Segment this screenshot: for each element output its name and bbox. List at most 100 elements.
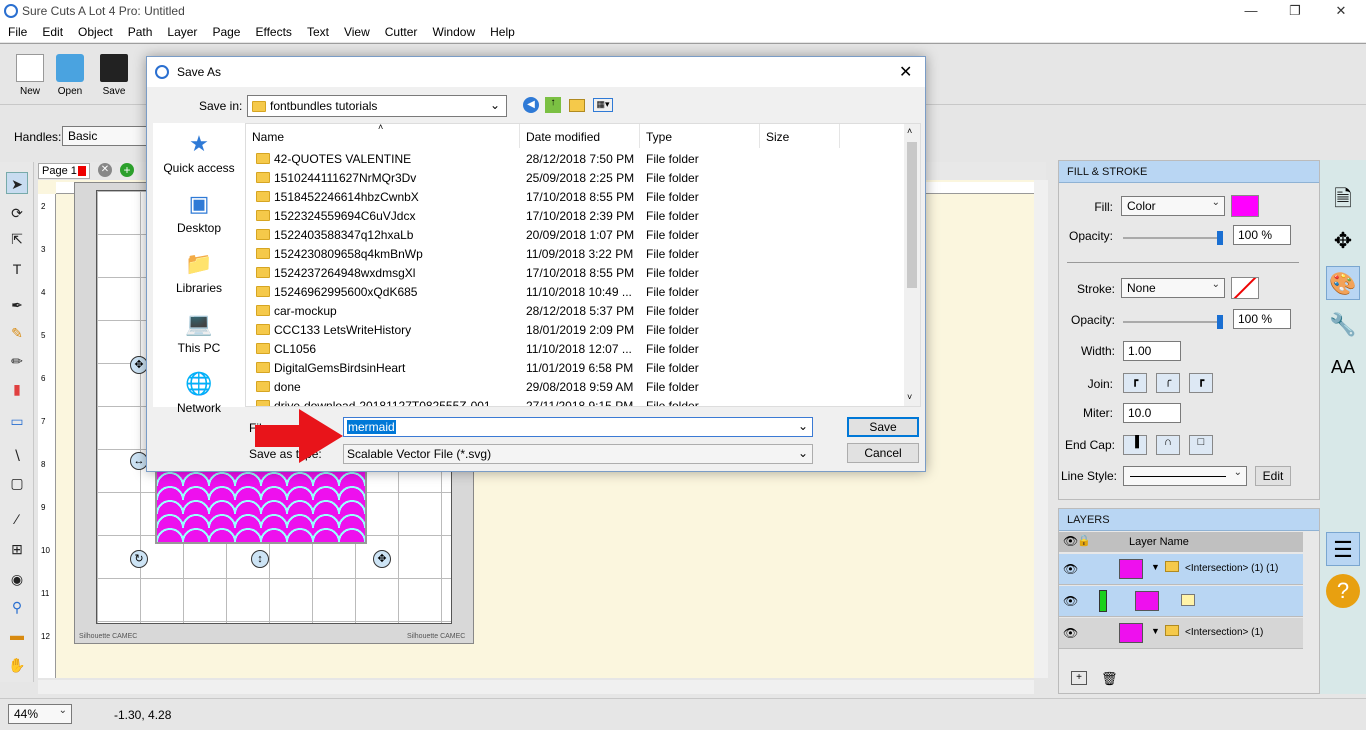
text-tool-icon[interactable]: T	[6, 258, 28, 280]
file-row[interactable]: drive-download-20181127T082555Z-001 27/11…	[246, 396, 906, 406]
filename-input[interactable]: mermaid ⌄	[343, 417, 813, 437]
cap-round-button[interactable]: ∩	[1156, 435, 1180, 455]
pencil-tool-icon[interactable]: ✎	[6, 322, 28, 344]
restore-button[interactable]: ❐	[1272, 0, 1318, 22]
stroke-opacity-slider[interactable]	[1123, 315, 1223, 329]
scroll-up-icon[interactable]: ˄	[907, 126, 912, 136]
file-row[interactable]: 1524237264948wxdmsgXl 17/10/2018 8:55 PM F…	[246, 263, 906, 282]
cancel-button[interactable]: Cancel	[847, 443, 919, 463]
file-row[interactable]: car-mockup 28/12/2018 5:37 PM File folder	[246, 301, 906, 320]
menu-item-object[interactable]: Object	[70, 22, 120, 39]
move-panel-icon[interactable]: ✥	[1326, 224, 1360, 258]
fill-color-swatch[interactable]	[1231, 195, 1259, 217]
document-panel-icon[interactable]: 🗎	[1326, 182, 1360, 216]
node-tool-icon[interactable]: ⇱	[6, 228, 28, 250]
new-button[interactable]: New	[10, 54, 50, 97]
knife-tool-icon[interactable]: ∕	[6, 508, 28, 530]
menu-item-edit[interactable]: Edit	[34, 22, 70, 39]
text-panel-icon[interactable]: AA	[1326, 350, 1360, 384]
palette-panel-icon[interactable]: 🎨	[1326, 266, 1360, 300]
handles-select[interactable]: Basic	[62, 126, 152, 146]
expand-triangle-icon[interactable]: ▼	[1151, 626, 1160, 636]
fill-select[interactable]: Color ⌄	[1121, 196, 1225, 216]
save-button[interactable]: Save	[847, 417, 919, 437]
add-layer-icon[interactable]: +	[1071, 671, 1087, 685]
fill-opacity-input[interactable]: 100 %	[1233, 225, 1291, 245]
lasso-tool-icon[interactable]: ⟳	[6, 202, 28, 224]
menu-item-layer[interactable]: Layer	[159, 22, 204, 39]
zoom-select[interactable]: 44% ⌄	[8, 704, 72, 724]
cap-butt-button[interactable]: ▐	[1123, 435, 1147, 455]
stroke-select[interactable]: None ⌄	[1121, 278, 1225, 298]
file-list-scrollbar[interactable]: ˄ ˅	[904, 124, 920, 406]
line-style-select[interactable]: ⌄	[1123, 466, 1247, 486]
width-input[interactable]: 1.00	[1123, 341, 1181, 361]
scale-corner-handle-icon[interactable]: ✥	[373, 550, 391, 568]
join-miter-button[interactable]: ┏	[1123, 373, 1147, 393]
stroke-opacity-input[interactable]: 100 %	[1233, 309, 1291, 329]
visibility-eye-icon[interactable]: 👁	[1063, 562, 1078, 576]
line-style-edit-button[interactable]: Edit	[1255, 466, 1291, 486]
zoom-tool-icon[interactable]: ⚲	[6, 596, 28, 618]
layer-row[interactable]: 👁	[1059, 586, 1303, 617]
file-row[interactable]: done 29/08/2018 9:59 AM File folder	[246, 377, 906, 396]
fill-opacity-knob[interactable]	[1217, 231, 1223, 245]
help-icon[interactable]: ?	[1326, 574, 1360, 608]
wrench-panel-icon[interactable]: 🔧	[1326, 308, 1360, 342]
expand-triangle-icon[interactable]: ▼	[1151, 562, 1160, 572]
fill-opacity-slider[interactable]	[1123, 231, 1223, 245]
menu-item-view[interactable]: View	[336, 22, 377, 39]
cap-square-button[interactable]: □	[1189, 435, 1213, 455]
file-row[interactable]: CCC133 LetsWriteHistory 18/01/2019 2:09 P…	[246, 320, 906, 339]
dialog-close-icon[interactable]: ✕	[899, 62, 912, 82]
savetype-select[interactable]: Scalable Vector File (*.svg) ⌄	[343, 444, 813, 464]
scale-bottom-handle-icon[interactable]: ↕	[251, 550, 269, 568]
miter-input[interactable]: 10.0	[1123, 403, 1181, 423]
layers-panel-icon[interactable]: ☰	[1326, 532, 1360, 566]
place-quick-access[interactable]: ★ Quick access	[153, 131, 245, 175]
place-libraries[interactable]: 📁 Libraries	[153, 251, 245, 295]
save-in-select[interactable]: fontbundles tutorials ⌄	[247, 95, 507, 117]
column-date[interactable]: Date modified	[520, 124, 640, 148]
menu-item-effects[interactable]: Effects	[247, 22, 298, 39]
join-bevel-button[interactable]: ┏	[1189, 373, 1213, 393]
stroke-opacity-knob[interactable]	[1217, 315, 1223, 329]
join-round-button[interactable]: ╭	[1156, 373, 1180, 393]
view-menu-icon[interactable]: ▦▾	[593, 98, 613, 112]
weld-tool-icon[interactable]: ◉	[6, 568, 28, 590]
up-folder-icon[interactable]: ↑	[545, 97, 561, 113]
file-row[interactable]: 1522403588347q12hxaLb 20/09/2018 1:07 PM F…	[246, 225, 906, 244]
gradient-tool-icon[interactable]: ▢	[6, 472, 28, 494]
eyedropper-tool-icon[interactable]: ∖	[6, 444, 28, 466]
close-page-icon[interactable]: ✕	[98, 163, 112, 177]
new-folder-icon[interactable]	[569, 99, 585, 112]
file-row[interactable]: 1518452246614hbzCwnbX 17/10/2018 8:55 PM F…	[246, 187, 906, 206]
file-row[interactable]: 15246962995600xQdK685 11/10/2018 10:49 ..…	[246, 282, 906, 301]
menu-item-window[interactable]: Window	[424, 22, 482, 39]
file-row[interactable]: 42-QUOTES VALENTINE 28/12/2018 7:50 PM Fil…	[246, 149, 906, 168]
column-type[interactable]: Type	[640, 124, 760, 148]
place-network[interactable]: 🌐 Network	[153, 371, 245, 415]
scroll-down-icon[interactable]: ˅	[907, 392, 912, 402]
canvas-horizontal-scrollbar[interactable]	[38, 680, 1034, 694]
chevron-down-icon[interactable]: ⌄	[798, 419, 808, 433]
close-window-button[interactable]: ✕	[1318, 0, 1364, 22]
brush-tool-icon[interactable]: ✏	[6, 350, 28, 372]
file-row[interactable]: DigitalGemsBirdsinHeart 11/01/2019 6:58 P…	[246, 358, 906, 377]
layer-row[interactable]: 👁 ▼ <Intersection> (1)	[1059, 618, 1303, 649]
menu-item-cutter[interactable]: Cutter	[377, 22, 425, 39]
menu-item-path[interactable]: Path	[120, 22, 160, 39]
menu-item-page[interactable]: Page	[204, 22, 247, 39]
column-size[interactable]: Size	[760, 124, 840, 148]
scroll-thumb[interactable]	[907, 142, 917, 288]
file-row[interactable]: CL1056 11/10/2018 12:07 ... File folder	[246, 339, 906, 358]
save-toolbar-button[interactable]: Save	[94, 54, 134, 97]
file-row[interactable]: 1524230809658q4kmBnWp 11/09/2018 3:22 PM F…	[246, 244, 906, 263]
add-page-icon[interactable]: +	[120, 163, 134, 177]
transform-tool-icon[interactable]: ⊞	[6, 538, 28, 560]
rotate-handle-icon[interactable]: ↻	[130, 550, 148, 568]
delete-layer-icon[interactable]: 🗑	[1101, 671, 1118, 686]
menu-item-text[interactable]: Text	[299, 22, 336, 39]
back-icon[interactable]: ◀	[523, 97, 539, 113]
place-desktop[interactable]: ▣ Desktop	[153, 191, 245, 235]
